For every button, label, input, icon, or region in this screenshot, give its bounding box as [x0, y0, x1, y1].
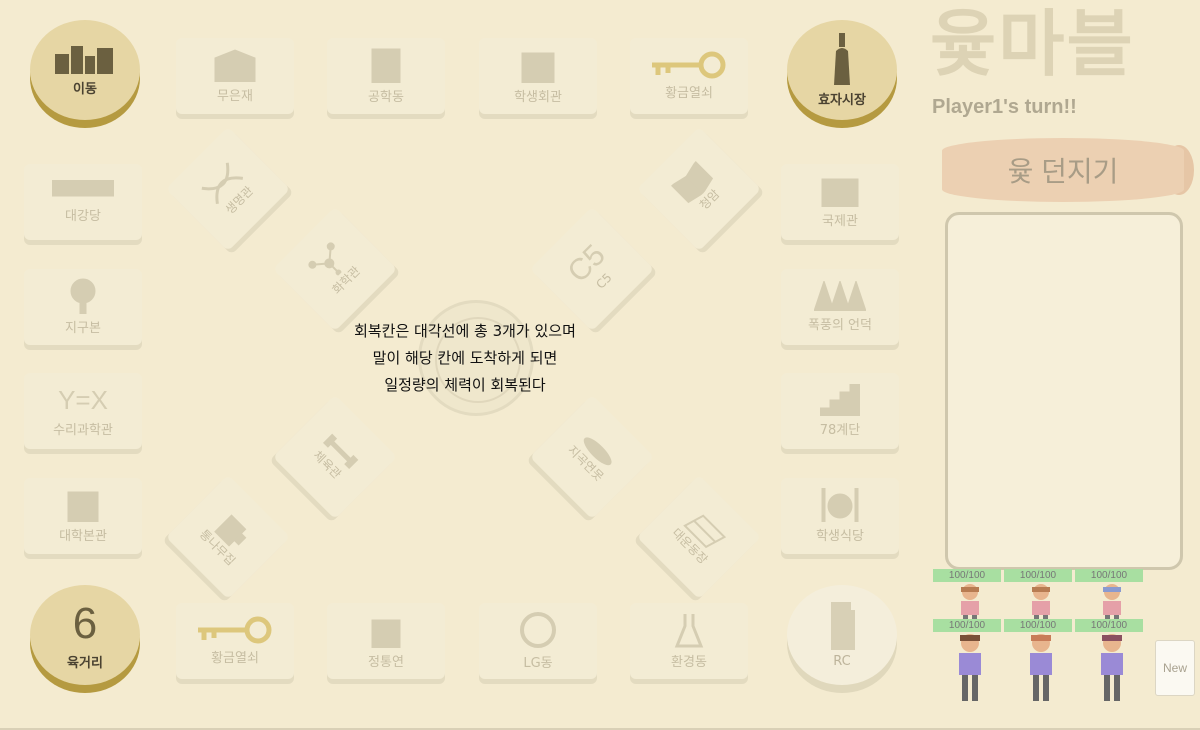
lg-logo-icon [520, 612, 556, 648]
auditorium-icon [52, 180, 114, 197]
tile-lg-hall[interactable]: LG동 [479, 603, 597, 679]
corner-rc-label: RC [833, 653, 851, 669]
building-icon [214, 49, 256, 82]
globe-icon [70, 278, 96, 314]
tile-cafeteria[interactable]: 학생식당 [781, 478, 899, 554]
player-piece[interactable] [950, 583, 990, 619]
tile-golden-key-top[interactable]: 황금열쇠 [630, 38, 748, 114]
tile-golden-key-bottom[interactable]: 황금열쇠 [176, 603, 294, 679]
corner-hyoja-market[interactable]: 효자시장 [787, 20, 897, 130]
stairs-icon [820, 384, 860, 416]
throw-yut-button[interactable]: 윷 던지기 [942, 138, 1184, 202]
player-piece[interactable] [950, 633, 990, 703]
tile-label: 대강당 [65, 209, 101, 224]
building-icon [371, 619, 401, 648]
player-piece[interactable] [1021, 583, 1061, 619]
player-piece[interactable] [1092, 583, 1132, 619]
bottle-icon [834, 32, 850, 85]
corner-move[interactable]: 이동 [30, 20, 140, 130]
tile-label: 학생회관 [514, 90, 562, 105]
key-icon [198, 616, 272, 644]
key-icon [652, 51, 726, 79]
tile-main-hall[interactable]: 대학본관 [24, 478, 142, 554]
tile-label: 황금열쇠 [665, 86, 713, 101]
tile-label: 국제관 [822, 214, 858, 229]
info-message: 회복칸은 대각선에 총 3개가 있으며 말이 해당 칸에 도착하게 되면 일정량… [300, 318, 630, 399]
game-log-box [945, 212, 1183, 570]
math-icon: Y=X [58, 384, 108, 415]
corner-move-label: 이동 [73, 81, 97, 97]
tile-stadium[interactable]: 대운동장 [636, 474, 762, 600]
player-piece[interactable] [1092, 633, 1132, 703]
building-icon [67, 491, 99, 522]
building-icon [821, 178, 859, 207]
hp-bar: 100/100 [1004, 569, 1072, 582]
hp-bar: 100/100 [933, 619, 1001, 632]
tile-storm-hill[interactable]: 폭풍의 언덕 [781, 269, 899, 345]
building-icon [521, 52, 555, 83]
trees-icon [814, 281, 866, 311]
tile-life-science[interactable]: 생명관 [165, 126, 291, 252]
tile-globe[interactable]: 지구본 [24, 269, 142, 345]
tile-label: 폭풍의 언덕 [808, 318, 872, 333]
tile-label: 공학동 [368, 90, 404, 105]
yukgeori-number: 6 [72, 598, 98, 648]
corner-rc[interactable]: RC [787, 585, 897, 695]
tile-auditorium[interactable]: 대강당 [24, 164, 142, 240]
tile-label: 정통연 [368, 655, 404, 670]
tile-international[interactable]: 국제관 [781, 164, 899, 240]
tile-jigok-pond[interactable]: 지곡연못 [529, 394, 655, 520]
hp-bar: 100/100 [933, 569, 1001, 582]
buildings-icon [55, 45, 113, 74]
dining-icon [821, 488, 859, 522]
tile-label: 78계단 [819, 423, 861, 438]
tile-gym[interactable]: 체육관 [272, 394, 398, 520]
building-icon [371, 48, 401, 83]
tile-mueunjae[interactable]: 무은재 [176, 38, 294, 114]
tile-c5[interactable]: C5 C5 [529, 206, 655, 332]
corner-hyoja-label: 효자시장 [818, 92, 866, 108]
message-line: 회복칸은 대각선에 총 3개가 있으며 [354, 322, 576, 340]
message-line: 말이 해당 칸에 도착하게 되면 [372, 349, 558, 367]
tile-label: 무은재 [217, 89, 253, 104]
tile-jeongtongyeon[interactable]: 정통연 [327, 603, 445, 679]
tile-engineering[interactable]: 공학동 [327, 38, 445, 114]
message-line: 일정량의 체력이 회복된다 [384, 376, 546, 394]
tower-building-icon [831, 601, 855, 650]
new-game-button[interactable]: New [1155, 640, 1195, 696]
turn-indicator: Player1's turn!! [932, 96, 1077, 118]
tile-environment[interactable]: 환경동 [630, 603, 748, 679]
corner-yukgeori[interactable]: 6 육거리 [30, 585, 140, 695]
tile-student-hall[interactable]: 학생회관 [479, 38, 597, 114]
hp-bar: 100/100 [1075, 619, 1143, 632]
corner-yukgeori-label: 육거리 [67, 655, 103, 671]
tile-label: 지구본 [65, 321, 101, 336]
tile-chemistry[interactable]: 화학관 [272, 206, 398, 332]
tile-math-science[interactable]: Y=X 수리과학관 [24, 373, 142, 449]
hp-bar: 100/100 [1004, 619, 1072, 632]
tile-78-stairs[interactable]: 78계단 [781, 373, 899, 449]
tile-label: 수리과학관 [53, 422, 113, 438]
tile-log-house[interactable]: 통나무집 [165, 474, 291, 600]
tile-label: LG동 [523, 656, 553, 671]
game-board: 이동 효자시장 6 육거리 RC 무은재 공학동 학생회관 황금열쇠 황금열쇠 … [0, 0, 925, 730]
player-piece[interactable] [1021, 633, 1061, 703]
tile-label: 학생식당 [816, 529, 864, 544]
tile-label: 황금열쇠 [211, 651, 259, 666]
game-logo: 윷마블 [930, 2, 1135, 86]
tile-cheongam[interactable]: 청암 [636, 126, 762, 252]
hp-bar: 100/100 [1075, 569, 1143, 582]
tile-label: 대학본관 [59, 529, 107, 544]
flask-icon [674, 614, 704, 648]
tile-label: 환경동 [671, 655, 707, 670]
